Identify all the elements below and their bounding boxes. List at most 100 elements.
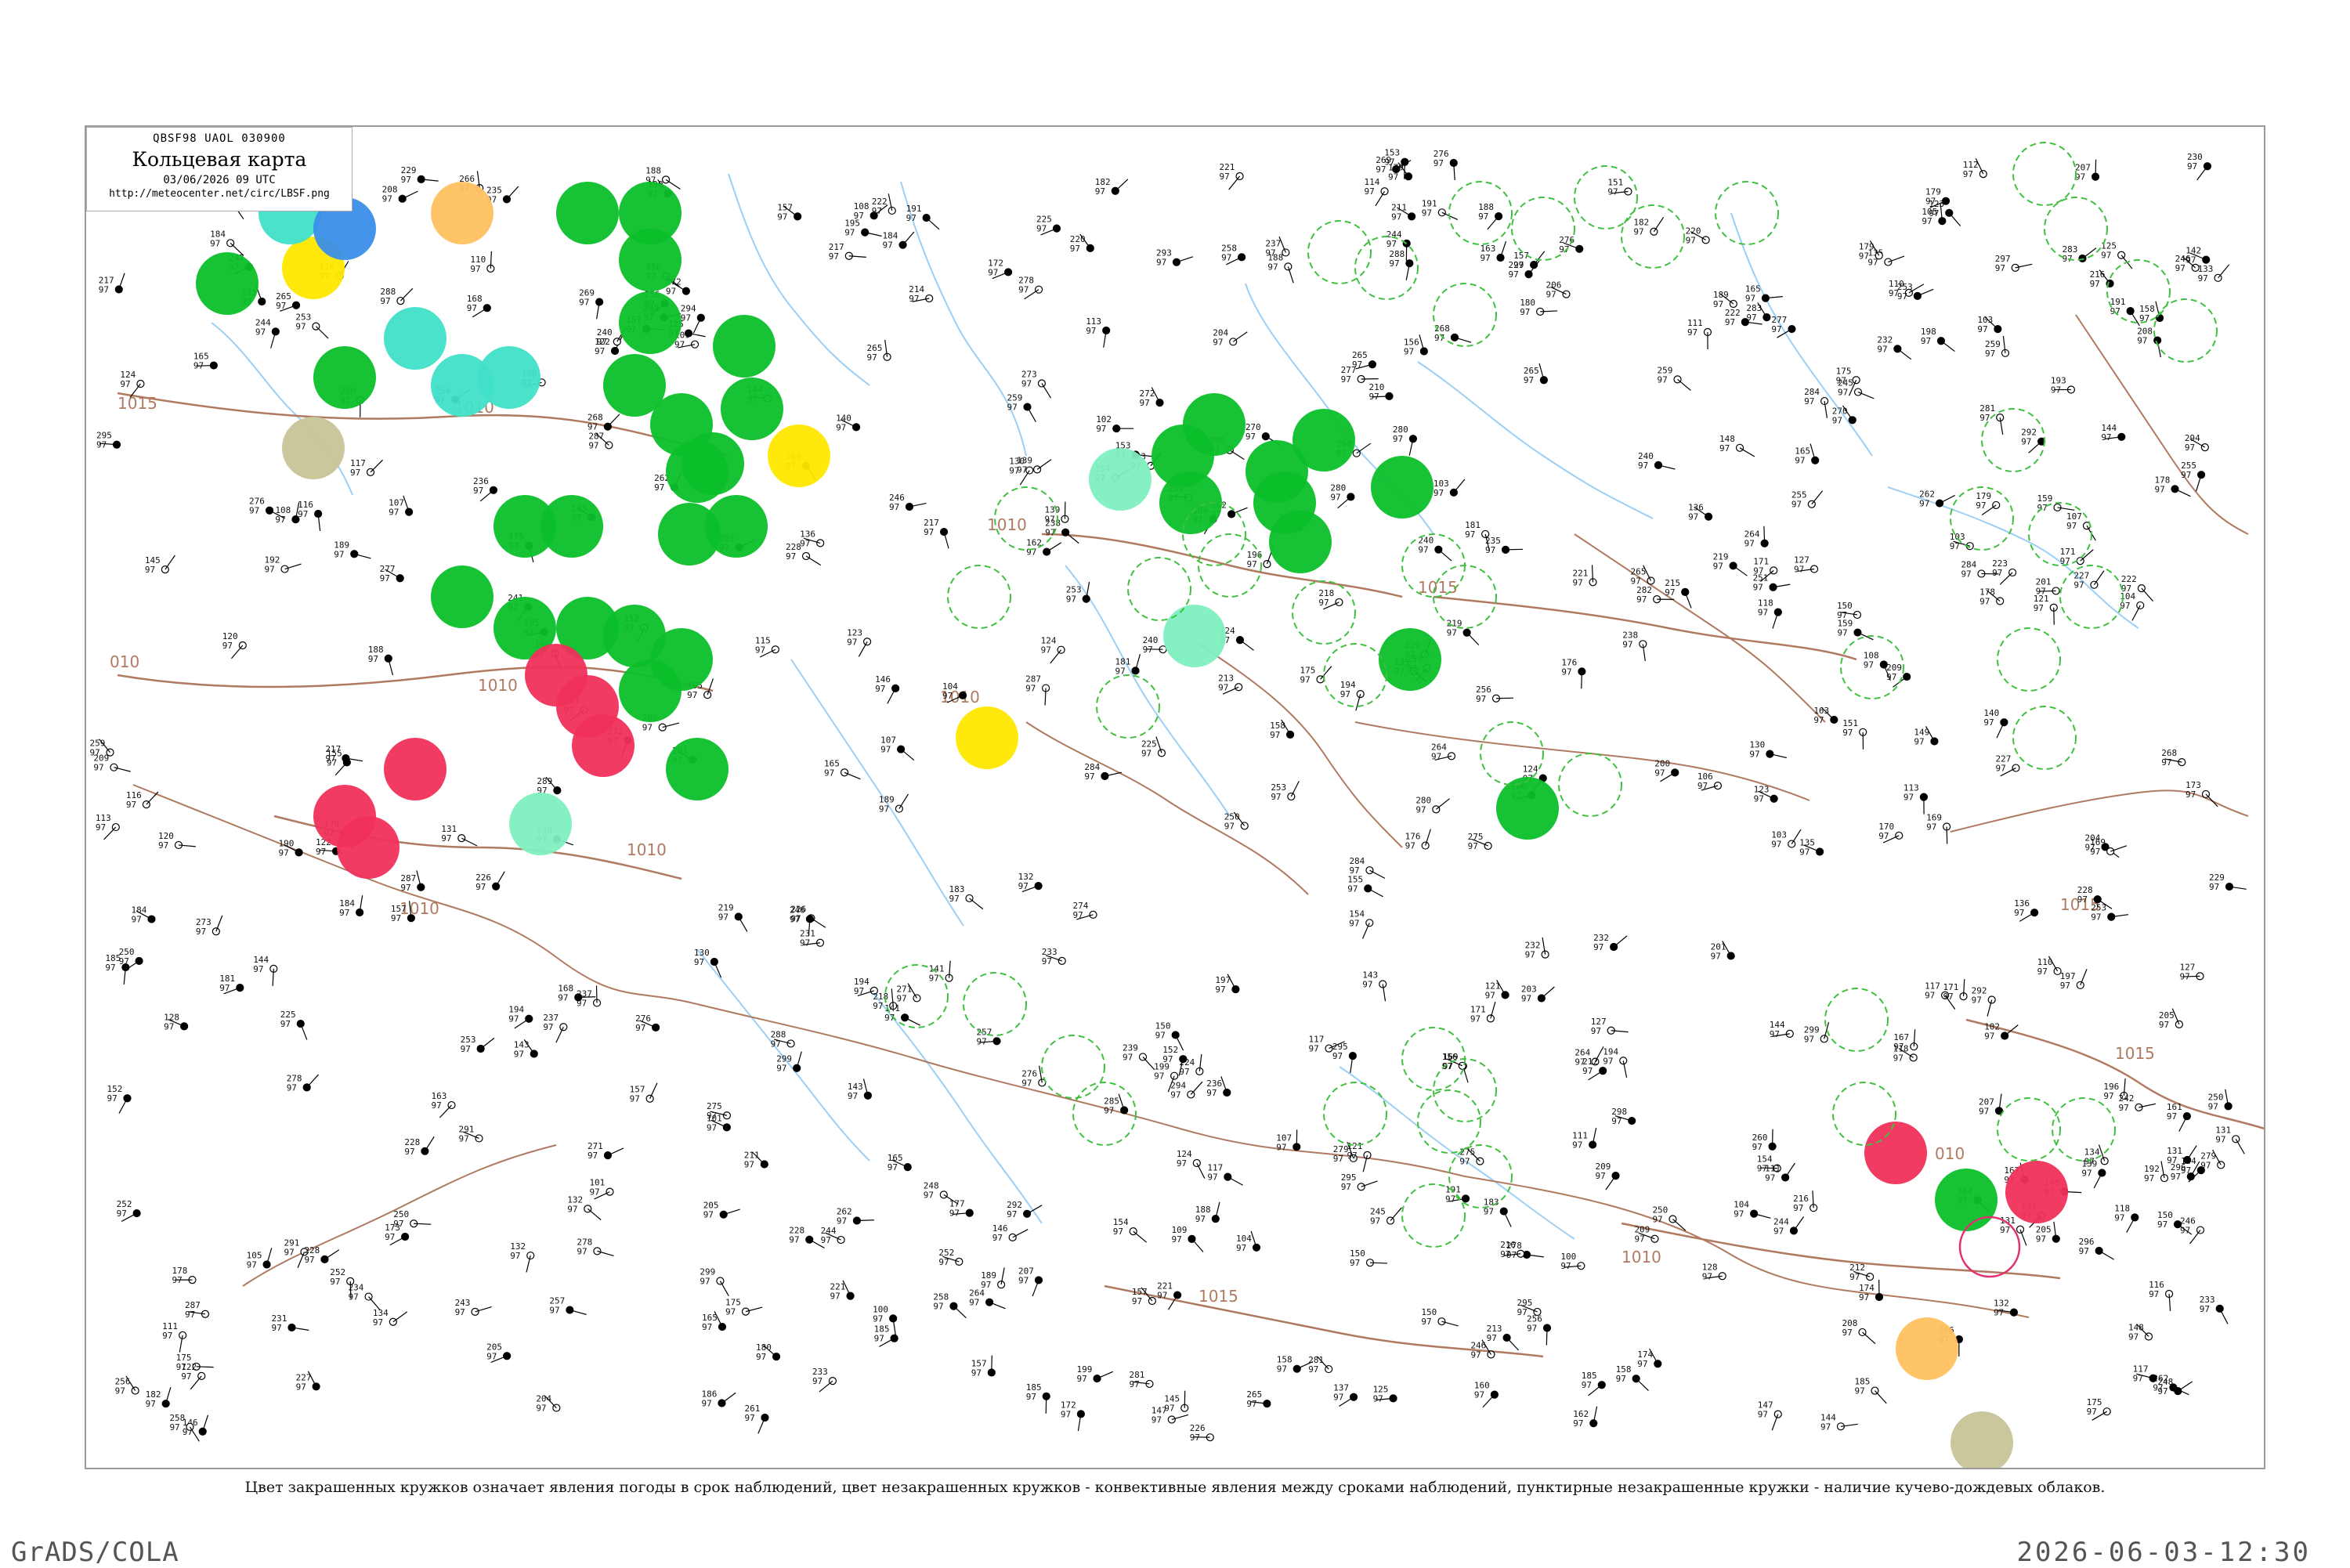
- station-plot: 27797: [1771, 315, 1795, 338]
- svg-text:97: 97: [635, 1023, 645, 1033]
- svg-text:97: 97: [1474, 1390, 1484, 1400]
- station-plot: 20897: [1842, 1318, 1875, 1344]
- svg-text:97: 97: [1308, 1364, 1318, 1375]
- svg-text:97: 97: [1018, 881, 1029, 891]
- svg-text:97: 97: [1422, 208, 1432, 218]
- station-plot: 26597: [1631, 565, 1655, 587]
- station-plot: 12097: [222, 631, 247, 659]
- station-plot: 25097: [1652, 1205, 1685, 1231]
- station-plot: 29497: [681, 304, 705, 334]
- svg-text:97: 97: [1347, 883, 1358, 894]
- station-plot: 14197: [884, 1003, 920, 1025]
- svg-text:97: 97: [2000, 1225, 2010, 1235]
- svg-text:97: 97: [888, 1162, 898, 1172]
- svg-text:97: 97: [889, 502, 899, 512]
- station-plot: 20497: [536, 1394, 560, 1414]
- rain-weather-circle: [705, 495, 768, 558]
- svg-text:97: 97: [279, 847, 289, 858]
- svg-text:97: 97: [1332, 1051, 1343, 1061]
- svg-text:97: 97: [2090, 847, 2100, 857]
- station-plot: 23597: [1485, 536, 1523, 555]
- station-plot: 20697: [1546, 280, 1571, 300]
- svg-text:97: 97: [1308, 1044, 1318, 1054]
- station-plot: 25097: [2208, 1089, 2232, 1112]
- svg-text:97: 97: [1404, 347, 1414, 357]
- rain-weather-circle: [1379, 628, 1441, 691]
- svg-text:97: 97: [2077, 894, 2088, 905]
- svg-text:97: 97: [162, 1331, 172, 1341]
- station-plot: 11697: [298, 500, 322, 531]
- station-plot: 25397: [2091, 903, 2128, 923]
- svg-text:97: 97: [1104, 1106, 1114, 1116]
- station-plot: 14097: [836, 413, 860, 432]
- svg-text:97: 97: [1021, 378, 1032, 388]
- rain-weather-circle: [1269, 511, 1332, 573]
- svg-text:97: 97: [718, 912, 728, 922]
- station-plot: 25697: [1527, 1314, 1551, 1346]
- station-plot: 29597: [1341, 1172, 1378, 1192]
- station-plot: 10197: [589, 1178, 613, 1199]
- svg-text:97: 97: [1950, 541, 1960, 551]
- svg-text:97: 97: [1842, 728, 1853, 738]
- svg-text:97: 97: [872, 206, 882, 216]
- station-plot: 28097: [1415, 795, 1449, 815]
- station-plot: 12797: [2179, 962, 2204, 981]
- station-plot: 10397: [1977, 315, 2001, 334]
- station-plot: 17597: [725, 1298, 762, 1317]
- svg-text:97: 97: [847, 637, 857, 647]
- station-plot: 17197: [2060, 547, 2094, 566]
- station-plot: 25797: [977, 1027, 1001, 1046]
- svg-text:97: 97: [694, 957, 704, 967]
- station-plot: 26497: [1431, 742, 1455, 761]
- station-plot: 18197: [219, 974, 244, 994]
- station-plot: 25997: [1007, 393, 1036, 422]
- svg-text:97: 97: [1220, 172, 1230, 182]
- svg-text:97: 97: [2014, 908, 2024, 918]
- svg-text:97: 97: [1813, 715, 1824, 725]
- station-plot: 23497: [349, 1283, 380, 1310]
- map-url[interactable]: http://meteocenter.net/circ/LBSF.png: [87, 188, 352, 200]
- svg-text:97: 97: [96, 822, 106, 833]
- rain-weather-circle: [666, 738, 728, 800]
- thunder-weather-circle: [2005, 1161, 2068, 1223]
- svg-text:97: 97: [2157, 1219, 2167, 1230]
- svg-text:97: 97: [380, 573, 390, 583]
- svg-text:97: 97: [2171, 1172, 2181, 1182]
- svg-text:97: 97: [1842, 1328, 1852, 1338]
- svg-text:97: 97: [1804, 1034, 1814, 1044]
- svg-text:97: 97: [790, 914, 800, 924]
- svg-text:97: 97: [475, 882, 486, 892]
- svg-text:97: 97: [1634, 1234, 1644, 1245]
- svg-text:97: 97: [1697, 781, 1708, 791]
- svg-text:97: 97: [701, 1398, 711, 1408]
- station-plot: 26297: [1919, 490, 1955, 509]
- svg-text:97: 97: [1929, 208, 1939, 219]
- cb-cloud-circle: [1434, 284, 1496, 346]
- station-plot: 28497: [1804, 387, 1828, 418]
- station-plot: 25597: [2181, 461, 2205, 491]
- svg-text:97: 97: [1190, 1433, 1200, 1443]
- station-plot: 15697: [1404, 334, 1428, 356]
- svg-text:97: 97: [222, 641, 233, 651]
- grads-credit: GrADS/COLA: [11, 1537, 179, 1568]
- station-plot: 22197: [1157, 1281, 1181, 1310]
- svg-text:97: 97: [368, 654, 378, 664]
- svg-text:97: 97: [115, 1386, 125, 1396]
- svg-text:97: 97: [2079, 1246, 2089, 1256]
- svg-text:97: 97: [316, 847, 326, 857]
- svg-text:97: 97: [1546, 290, 1556, 300]
- station-plot: 14197: [929, 961, 953, 984]
- station-plot: 16097: [1474, 1381, 1499, 1407]
- station-plot: 14497: [2101, 423, 2125, 443]
- cb-cloud-circle: [1097, 675, 1159, 738]
- station-plot: 18097: [1520, 298, 1557, 317]
- station-plot: 29497: [2185, 433, 2209, 453]
- svg-text:97: 97: [2051, 385, 2061, 395]
- station-plot: 29397: [1156, 248, 1193, 268]
- shower-weather-circle: [1163, 605, 1226, 667]
- station-plot: 27897: [1018, 276, 1043, 299]
- svg-text:97: 97: [196, 927, 206, 937]
- svg-text:97: 97: [404, 1147, 414, 1157]
- svg-text:97: 97: [1350, 1258, 1360, 1268]
- svg-text:97: 97: [1758, 1410, 1768, 1420]
